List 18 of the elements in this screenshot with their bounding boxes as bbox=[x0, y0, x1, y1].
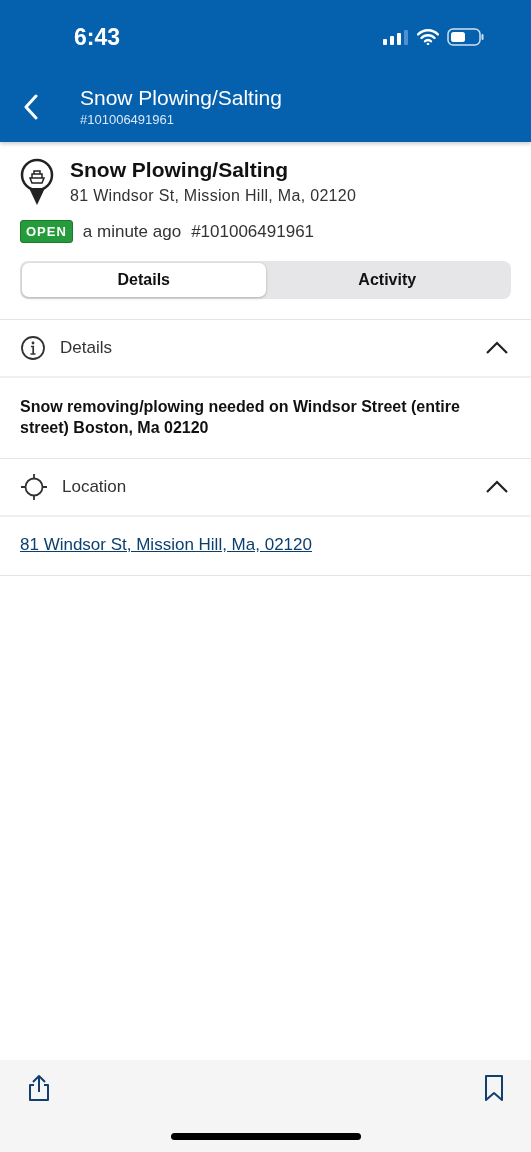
tab[interactable]: Activity bbox=[265, 263, 509, 297]
request-address: 81 Windsor St, Mission Hill, Ma, 02120 bbox=[70, 187, 357, 205]
status-badge: OPEN bbox=[20, 220, 73, 243]
header-title: Snow Plowing/Salting bbox=[80, 86, 282, 110]
crosshair-icon bbox=[20, 473, 48, 501]
description-text: Snow removing/plowing needed on Windsor Street (entire street) Boston, Ma 02120 bbox=[20, 397, 461, 438]
request-title: Snow Plowing/Salting bbox=[70, 158, 290, 182]
request-time: a minute ago bbox=[82, 221, 182, 242]
wifi-icon bbox=[417, 29, 439, 45]
status-time: 6:43 bbox=[74, 23, 121, 51]
address-link[interactable]: 81 Windsor St, Mission Hill, Ma, 02120 bbox=[20, 535, 312, 554]
info-icon bbox=[20, 335, 46, 361]
request-number: #101006491961 bbox=[191, 221, 315, 242]
map-pin-icon bbox=[20, 158, 54, 206]
header-subtitle: #101006491961 bbox=[80, 112, 175, 127]
battery-icon bbox=[447, 28, 485, 46]
tab[interactable]: Details bbox=[22, 263, 266, 297]
signal-icon bbox=[383, 29, 409, 45]
